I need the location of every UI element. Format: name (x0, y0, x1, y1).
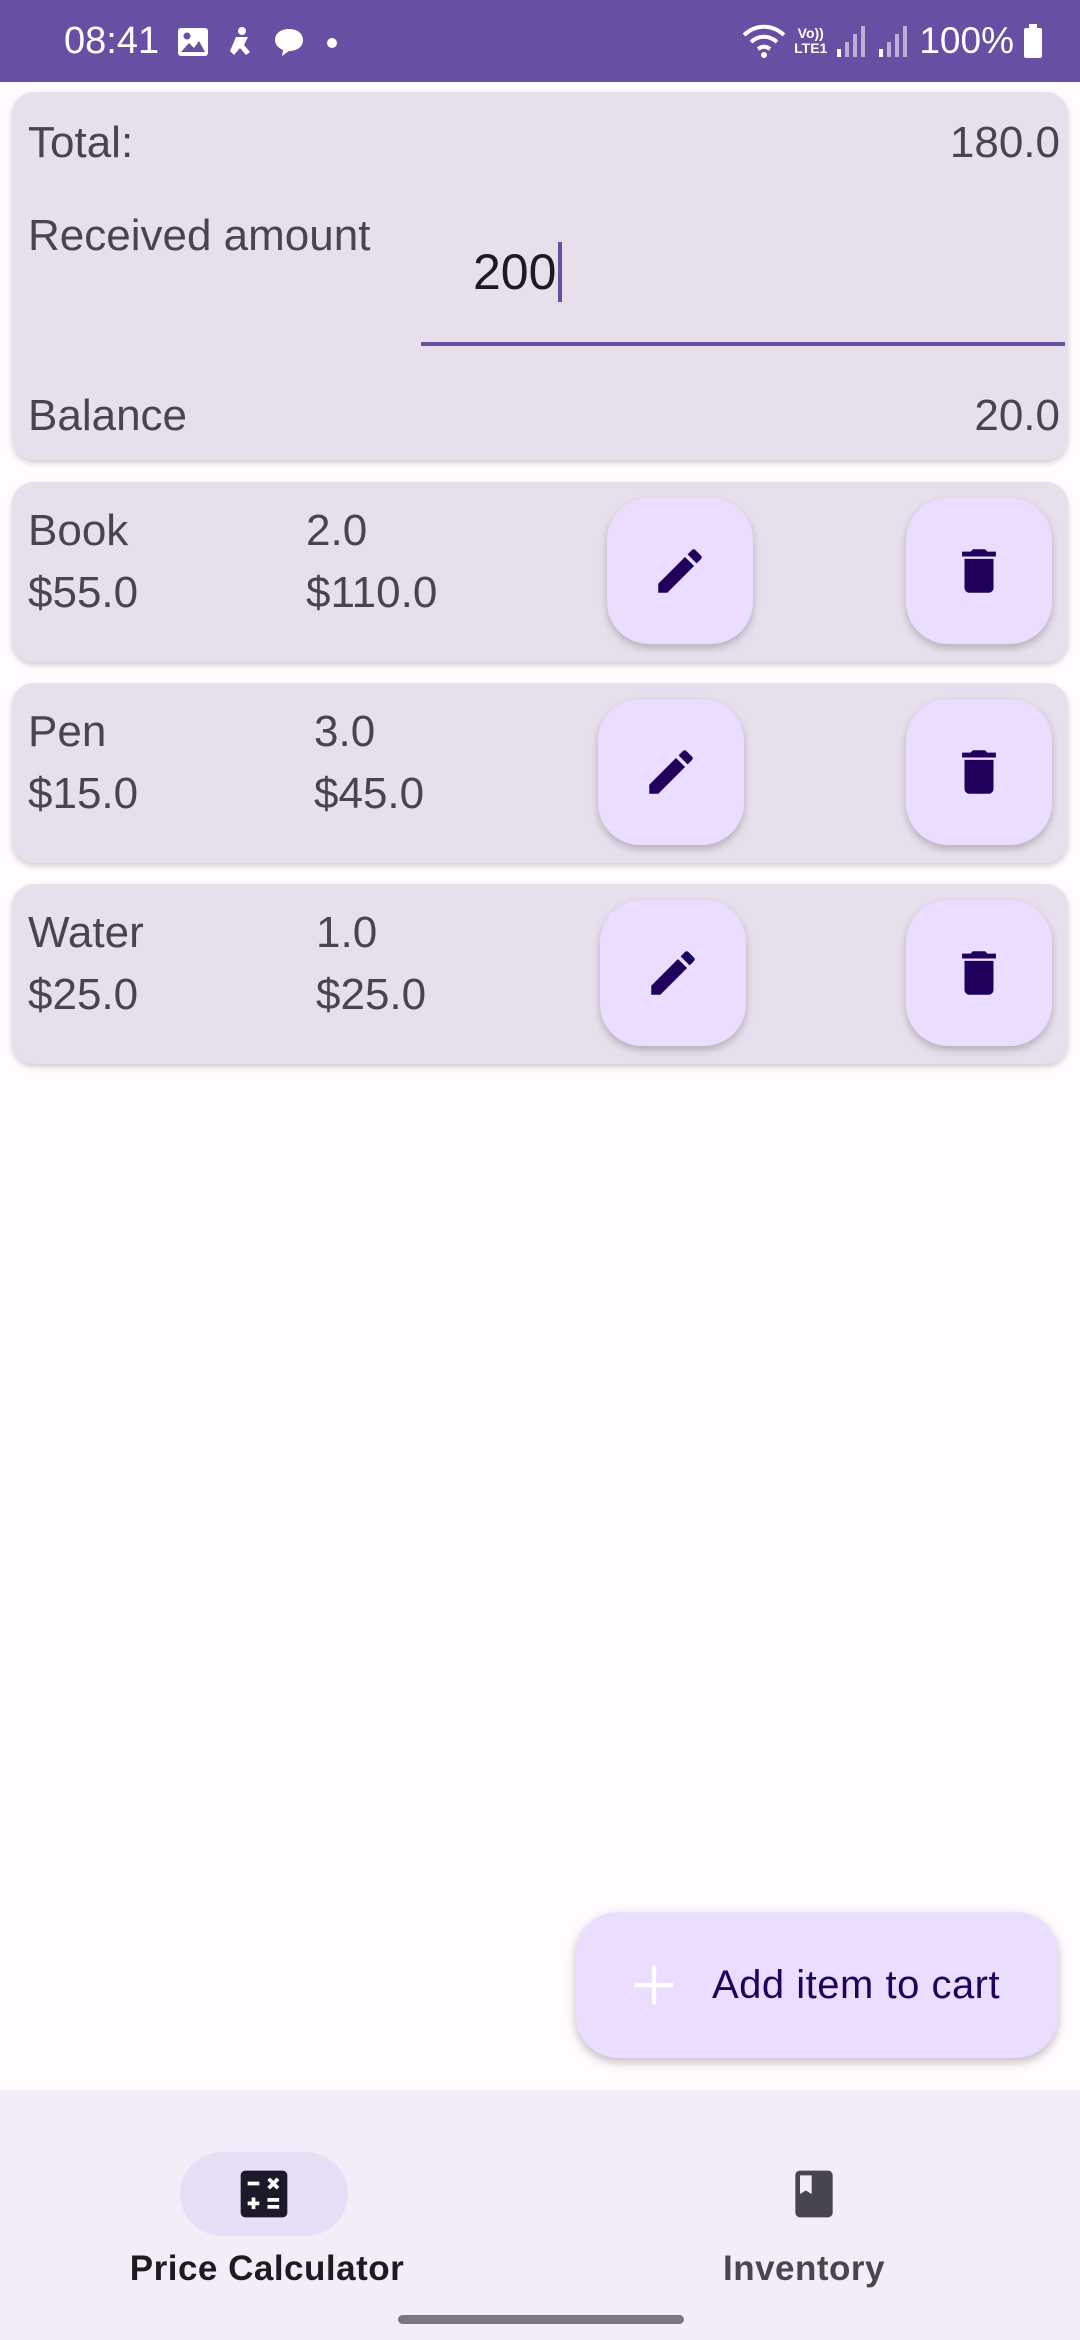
status-bar: 08:41 Vo)) LTE1 100% (0, 0, 1080, 82)
pencil-icon (651, 951, 695, 995)
cart-item-pen: Pen $15.0 3.0 $45.0 (12, 683, 1068, 863)
item-name: Pen (28, 707, 107, 756)
wifi-icon (742, 24, 786, 58)
pencil-icon (658, 549, 702, 593)
trash-icon (962, 549, 996, 593)
item-price: $55.0 (28, 568, 139, 617)
edit-item-button[interactable] (607, 498, 753, 644)
nav-label-price-calculator: Price Calculator (129, 2249, 405, 2288)
add-item-to-cart-button[interactable]: Add item to cart (576, 1912, 1058, 2058)
received-amount-value: 200 (473, 244, 557, 300)
gesture-navigation-handle[interactable] (398, 2315, 684, 2324)
trash-icon (962, 750, 996, 794)
battery-icon (1024, 24, 1042, 58)
total-value: 180.0 (949, 118, 1060, 167)
item-subtotal: $25.0 (316, 970, 427, 1019)
edit-item-button[interactable] (600, 900, 746, 1046)
item-quantity: 3.0 (314, 707, 376, 756)
gallery-icon (178, 28, 208, 56)
bottom-navigation-bar: Price Calculator Inventory (0, 2090, 1080, 2340)
network-label: LTE1 (794, 40, 828, 56)
signal-icon (879, 26, 908, 57)
item-price: $15.0 (28, 769, 139, 818)
item-quantity: 1.0 (316, 908, 378, 957)
delete-item-button[interactable] (906, 498, 1052, 644)
item-price: $25.0 (28, 970, 139, 1019)
cart-summary-card: Total: 180.0 Received amount 200 Balance… (12, 92, 1068, 460)
item-name: Water (28, 908, 144, 957)
calculator-icon (240, 2170, 288, 2218)
item-quantity: 2.0 (306, 506, 368, 555)
status-time: 08:41 (64, 20, 160, 62)
trash-icon (962, 951, 996, 995)
cart-item-book: Book $55.0 2.0 $110.0 (12, 482, 1068, 662)
delete-item-button[interactable] (906, 699, 1052, 845)
chat-bubble-icon (275, 29, 303, 56)
item-subtotal: $45.0 (314, 769, 425, 818)
received-amount-input[interactable]: 200 (473, 242, 563, 302)
pencil-icon (649, 750, 693, 794)
text-cursor (558, 242, 563, 302)
balance-label: Balance (28, 391, 188, 440)
dot-icon (327, 38, 337, 48)
total-label: Total: (28, 118, 134, 167)
accessibility-icon (230, 27, 250, 55)
status-notification-icons (176, 24, 344, 60)
status-system-icons: Vo)) LTE1 100% (742, 18, 1044, 64)
plus-icon (634, 1965, 674, 2005)
received-amount-field[interactable]: 200 (421, 222, 1065, 346)
signal-icon (837, 26, 866, 57)
received-amount-label: Received amount (28, 211, 371, 260)
nav-item-price-calculator[interactable]: Price Calculator (0, 2120, 540, 2288)
delete-item-button[interactable] (906, 900, 1052, 1046)
balance-value: 20.0 (974, 391, 1060, 440)
battery-percentage: 100% (919, 20, 1014, 61)
volte-label: Vo)) (797, 25, 824, 41)
item-subtotal: $110.0 (306, 568, 438, 617)
cart-item-water: Water $25.0 1.0 $25.0 (12, 884, 1068, 1064)
add-item-to-cart-label: Add item to cart (712, 1963, 1001, 2007)
nav-label-inventory: Inventory (722, 2249, 886, 2288)
app-screen: 08:41 Vo)) LTE1 100% Total: 180.0 Receiv… (0, 0, 1080, 2340)
volte-indicator: Vo)) LTE1 (794, 26, 827, 56)
edit-item-button[interactable] (598, 699, 744, 845)
book-icon (795, 2170, 833, 2218)
item-name: Book (28, 506, 129, 555)
nav-item-inventory[interactable]: Inventory (540, 2120, 1080, 2288)
